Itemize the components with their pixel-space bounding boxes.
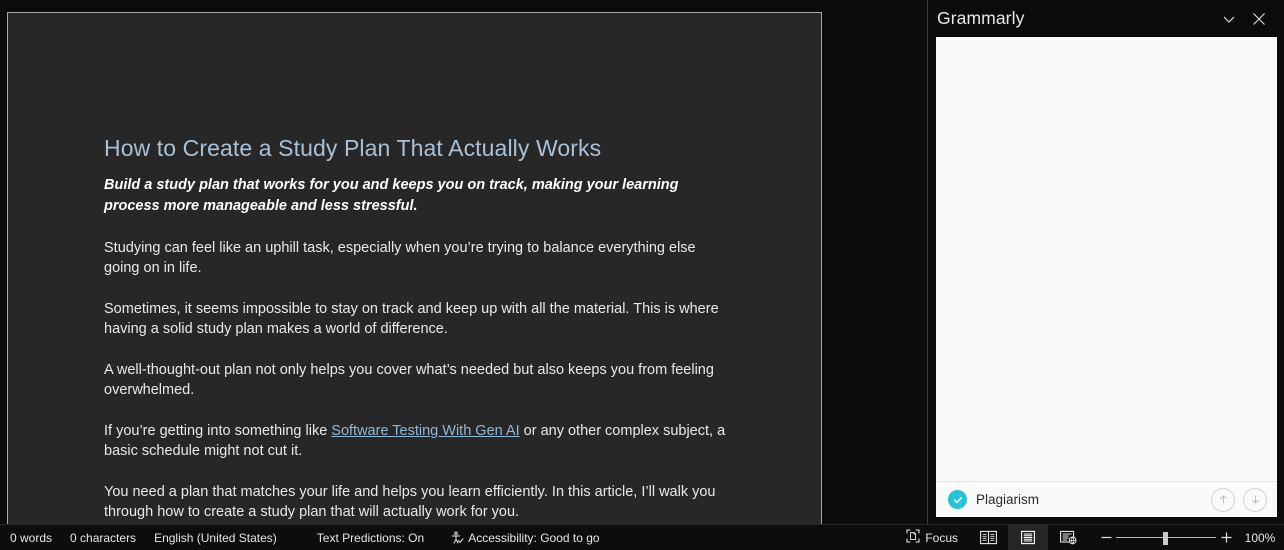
- close-icon[interactable]: [1244, 5, 1274, 33]
- accessibility-person-icon: [450, 531, 464, 545]
- arrow-up-icon[interactable]: [1211, 487, 1235, 512]
- document-page[interactable]: How to Create a Study Plan That Actually…: [7, 12, 822, 524]
- grammarly-suggestions-area[interactable]: [936, 37, 1277, 481]
- focus-label: Focus: [925, 530, 958, 545]
- paragraph-4-text-before: If you’re getting into something like: [104, 423, 332, 439]
- accessibility-status[interactable]: Accessibility: Good to go: [441, 525, 608, 550]
- character-count-status[interactable]: 0 characters: [61, 525, 145, 550]
- document-paragraph-2: Sometimes, it seems impossible to stay o…: [104, 301, 719, 337]
- zoom-out-button[interactable]: [1096, 525, 1116, 550]
- grammarly-plagiarism-bar: Plagiarism: [936, 481, 1277, 517]
- print-layout-icon[interactable]: [1008, 524, 1048, 550]
- status-bar: 0 words 0 characters English (United Sta…: [0, 524, 1284, 550]
- document-subtitle: Build a study plan that works for you an…: [104, 177, 679, 214]
- language-status[interactable]: English (United States): [145, 525, 286, 550]
- accessibility-status-label: Accessibility: Good to go: [468, 530, 600, 545]
- web-layout-icon[interactable]: [1048, 525, 1088, 550]
- read-mode-icon[interactable]: [968, 525, 1008, 550]
- grammarly-panel: Grammarly Plagiarism: [928, 0, 1284, 524]
- document-paragraph-1: Studying can feel like an uphill task, e…: [104, 240, 696, 276]
- grammarly-panel-title: Grammarly: [937, 8, 1025, 28]
- zoom-level-label[interactable]: 100%: [1236, 531, 1284, 545]
- document-paragraph-3: A well-thought-out plan not only helps y…: [104, 362, 714, 398]
- plagiarism-label: Plagiarism: [976, 492, 1040, 507]
- document-heading-1: How to Create a Study Plan That Actually…: [104, 135, 602, 161]
- word-count-status[interactable]: 0 words: [1, 525, 61, 550]
- zoom-control: 100%: [1088, 525, 1284, 550]
- document-canvas: How to Create a Study Plan That Actually…: [0, 0, 927, 524]
- grammarly-panel-header: Grammarly: [928, 0, 1284, 37]
- focus-icon: [906, 529, 920, 546]
- grammarly-panel-body[interactable]: Plagiarism: [936, 37, 1277, 517]
- arrow-down-icon[interactable]: [1243, 487, 1267, 512]
- focus-mode-button[interactable]: Focus: [898, 525, 968, 550]
- software-testing-gen-ai-link[interactable]: Software Testing With Gen AI: [331, 423, 519, 439]
- zoom-slider[interactable]: [1116, 525, 1216, 550]
- document-paragraph-5: You need a plan that matches your life a…: [104, 484, 716, 520]
- zoom-in-button[interactable]: [1216, 525, 1236, 550]
- zoom-slider-thumb[interactable]: [1163, 531, 1168, 545]
- document-paragraph-4: If you’re getting into something like So…: [104, 421, 729, 461]
- check-circle-icon: [948, 490, 967, 509]
- document-text-body[interactable]: How to Create a Study Plan That Actually…: [104, 133, 729, 524]
- word-app-window: How to Create a Study Plan That Actually…: [0, 0, 1284, 550]
- chevron-down-icon[interactable]: [1214, 5, 1244, 33]
- text-predictions-status[interactable]: Text Predictions: On: [308, 525, 433, 550]
